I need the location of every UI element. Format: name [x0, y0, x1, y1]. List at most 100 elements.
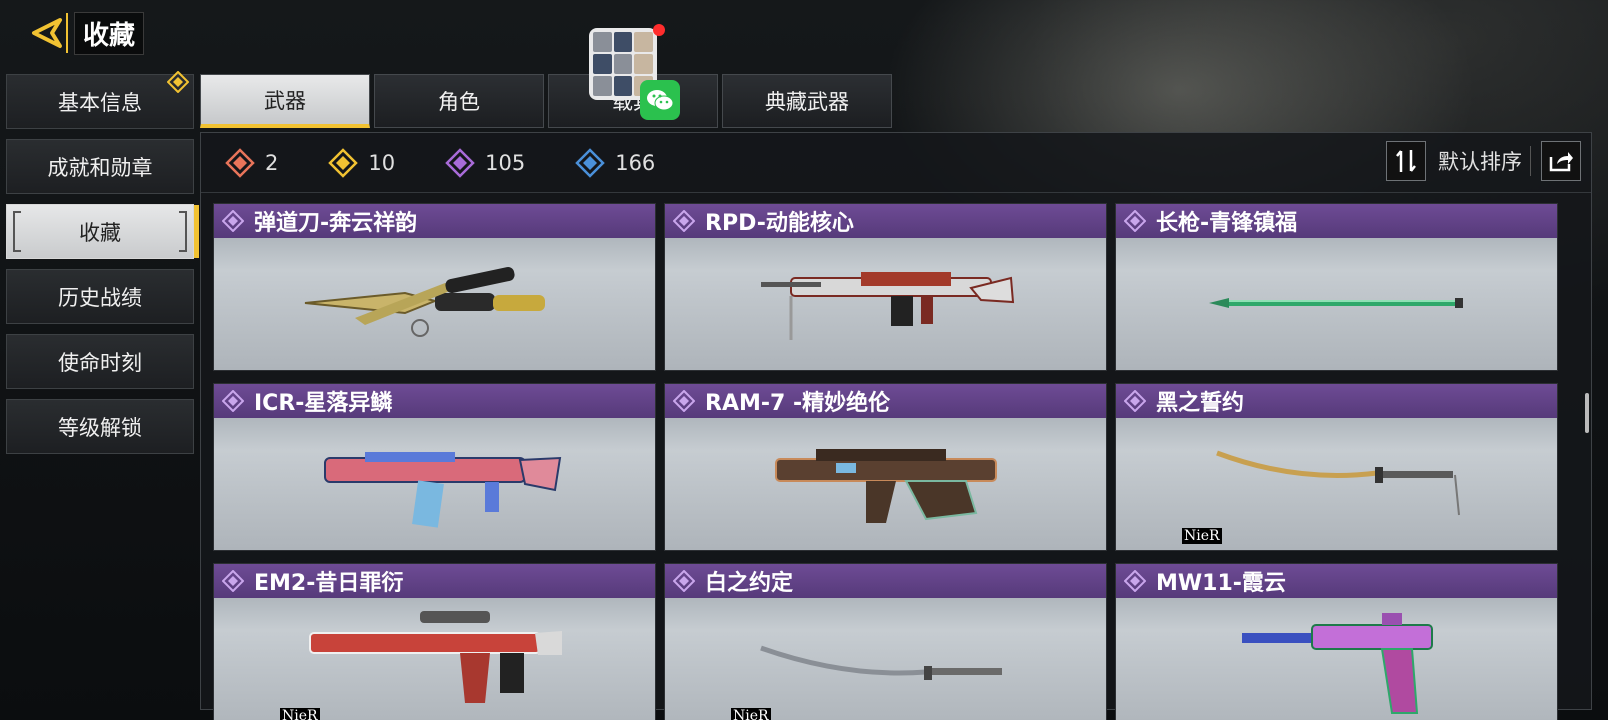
nier-logo-tag: NieR — [731, 708, 771, 720]
epic-rarity-icon — [673, 570, 695, 592]
sidebar-item-collection[interactable]: 收藏 — [6, 204, 199, 259]
weapon-card-header: 长枪-青锋镇福 — [1116, 204, 1557, 238]
epic-rarity-icon — [222, 390, 244, 412]
weapon-image — [1116, 238, 1557, 370]
weapon-image — [665, 418, 1106, 550]
weapon-card[interactable]: 长枪-青锋镇福 — [1115, 203, 1558, 371]
weapon-knife-icon — [295, 263, 575, 347]
epic-rarity-icon — [1124, 210, 1146, 232]
weapon-name: 白之约定 — [705, 571, 794, 596]
weapon-card[interactable]: EM2-昔日罪衍 NieR — [213, 563, 656, 720]
wechat-icon[interactable] — [640, 80, 680, 120]
tab-bar: 武器 角色 载具 典藏武器 — [200, 74, 896, 128]
weapon-card-header: MW11-霞云 — [1116, 564, 1557, 598]
sidebar-item-moments[interactable]: 使命时刻 — [6, 334, 194, 389]
weapon-spear-icon — [1207, 288, 1467, 322]
weapon-image — [214, 418, 655, 550]
weapon-grid: 弹道刀-奔云祥韵 RPD-动能核心 长枪-青锋镇福 ICR-星落异鳞 RAM-7 -精妙… — [213, 203, 1558, 720]
tab-legendary-weapons[interactable]: 典藏武器 — [722, 74, 892, 128]
sidebar-item-label: 基本信息 — [58, 90, 142, 115]
weapon-card-header: RPD-动能核心 — [665, 204, 1106, 238]
nier-logo-tag: NieR — [1182, 528, 1222, 544]
collection-panel: 2 10 105 166 默认排序 弹道刀-奔云祥韵 RPD-动能核心 长枪-青… — [200, 132, 1592, 720]
bracket-left — [13, 211, 21, 252]
sort-toggle-button[interactable] — [1386, 141, 1426, 181]
sidebar: 基本信息 成就和勋章 收藏 历史战绩 使命时刻 等级解锁 — [6, 71, 199, 464]
weapon-card[interactable]: MW11-霞云 — [1115, 563, 1558, 720]
share-button[interactable] — [1541, 141, 1581, 181]
weapon-card[interactable]: 弹道刀-奔云祥韵 — [213, 203, 656, 371]
weapon-name: 弹道刀-奔云祥韵 — [254, 211, 418, 236]
sidebar-item-label: 收藏 — [79, 220, 121, 245]
weapon-katana2-icon — [756, 638, 1016, 692]
bracket-right — [179, 211, 187, 252]
notification-diamond-icon — [167, 71, 189, 93]
rare-rarity-icon — [575, 147, 605, 178]
weapon-name: 长枪-青锋镇福 — [1156, 211, 1298, 236]
weapon-pistol-icon — [1232, 603, 1442, 720]
sidebar-item-level-unlock[interactable]: 等级解锁 — [6, 399, 194, 454]
sort-area: 默认排序 — [1386, 141, 1581, 181]
stat-epic: 105 — [445, 147, 526, 178]
weapon-bullpup-icon — [756, 433, 1016, 537]
legendary-rarity-icon — [328, 147, 359, 178]
weapon-rifle2-icon — [300, 603, 570, 720]
stat-value: 2 — [265, 150, 279, 175]
epic-rarity-icon — [673, 210, 695, 232]
weapon-card[interactable]: 白之约定 NieR — [664, 563, 1107, 720]
weapon-card[interactable]: 黑之誓约 NieR — [1115, 383, 1558, 551]
sort-label[interactable]: 默认排序 — [1438, 146, 1531, 176]
epic-rarity-icon — [222, 210, 244, 232]
tab-characters[interactable]: 角色 — [374, 74, 544, 128]
stat-value: 10 — [368, 150, 396, 175]
stat-legendary: 10 — [328, 147, 396, 178]
stat-rare: 166 — [575, 147, 656, 178]
scrollbar-thumb[interactable] — [1585, 393, 1589, 433]
weapon-card[interactable]: RAM-7 -精妙绝伦 — [664, 383, 1107, 551]
weapon-image — [1116, 598, 1557, 720]
weapon-card-header: RAM-7 -精妙绝伦 — [665, 384, 1106, 418]
weapon-image — [665, 238, 1106, 370]
stat-value: 105 — [485, 150, 526, 175]
sort-arrows-icon — [1396, 150, 1416, 172]
weapon-name: RAM-7 -精妙绝伦 — [705, 391, 891, 416]
stat-mythic: 2 — [225, 147, 279, 178]
weapon-name: RPD-动能核心 — [705, 211, 854, 236]
weapon-name: EM2-昔日罪衍 — [254, 571, 404, 596]
weapon-name: ICR-星落异鳞 — [254, 391, 393, 416]
share-icon — [1549, 152, 1573, 172]
epic-rarity-icon — [1124, 390, 1146, 412]
weapon-image: NieR — [665, 598, 1106, 720]
weapon-name: MW11-霞云 — [1156, 571, 1286, 596]
sidebar-item-label: 成就和勋章 — [47, 155, 153, 180]
epic-rarity-icon — [673, 390, 695, 412]
weapon-card-header: 黑之誓约 — [1116, 384, 1557, 418]
epic-rarity-icon — [1124, 570, 1146, 592]
sidebar-item-basic-info[interactable]: 基本信息 — [6, 71, 194, 129]
notification-dot-icon — [653, 24, 665, 36]
epic-rarity-icon — [445, 147, 475, 178]
page-title: 收藏 — [74, 11, 145, 55]
back-arrow-icon — [32, 18, 62, 48]
weapon-card-header: 弹道刀-奔云祥韵 — [214, 204, 655, 238]
nier-logo-tag: NieR — [280, 708, 320, 720]
stat-value: 166 — [615, 150, 656, 175]
weapon-image: NieR — [1116, 418, 1557, 550]
weapon-lmg-icon — [751, 258, 1021, 352]
mythic-rarity-icon — [225, 147, 255, 178]
epic-rarity-icon — [222, 570, 244, 592]
sidebar-item-history[interactable]: 历史战绩 — [6, 269, 194, 324]
sidebar-item-label: 使命时刻 — [58, 350, 142, 375]
weapon-name: 黑之誓约 — [1156, 391, 1245, 416]
weapon-image — [214, 238, 655, 370]
weapon-rifle-icon — [305, 428, 565, 542]
weapon-card-header: ICR-星落异鳞 — [214, 384, 655, 418]
weapon-card-header: EM2-昔日罪衍 — [214, 564, 655, 598]
sidebar-item-label: 等级解锁 — [58, 415, 142, 440]
weapon-card[interactable]: ICR-星落异鳞 — [213, 383, 656, 551]
back-button[interactable] — [28, 13, 68, 53]
sidebar-item-achievements[interactable]: 成就和勋章 — [6, 139, 194, 194]
weapon-card[interactable]: RPD-动能核心 — [664, 203, 1107, 371]
weapon-katana-icon — [1207, 443, 1467, 527]
tab-weapons[interactable]: 武器 — [200, 74, 370, 128]
